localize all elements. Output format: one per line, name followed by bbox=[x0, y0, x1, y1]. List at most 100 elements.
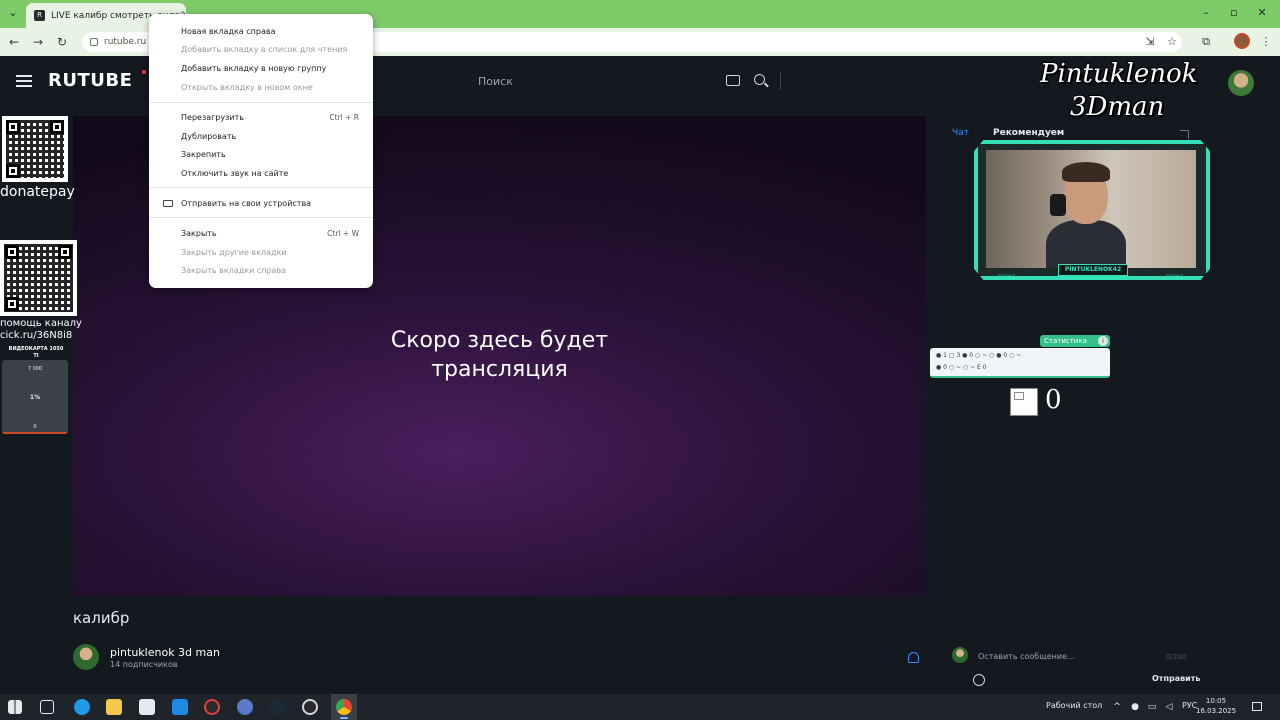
start-windows-icon[interactable] bbox=[8, 700, 22, 714]
address-url: rutube.ru bbox=[104, 37, 147, 47]
desktop-toolbar-label[interactable]: Рабочий стол bbox=[1046, 701, 1102, 710]
rutube-logo[interactable]: RUTUBE bbox=[48, 70, 132, 91]
statistics-header: Статистика i bbox=[1040, 335, 1110, 347]
player-message-line2: трансляция bbox=[431, 357, 568, 382]
app-icon[interactable] bbox=[237, 699, 253, 715]
donatepay-qr-code bbox=[2, 116, 68, 182]
chat-message-input[interactable]: Оставить сообщение... bbox=[978, 652, 1075, 661]
viewer-count: 0 bbox=[1045, 385, 1062, 415]
edge-icon[interactable] bbox=[74, 699, 90, 715]
task-view-icon[interactable] bbox=[40, 700, 54, 714]
chrome-icon bbox=[336, 699, 352, 715]
search-icon[interactable] bbox=[754, 74, 765, 85]
menu-duplicate[interactable]: Дублировать bbox=[181, 132, 236, 141]
stream-title: калибр bbox=[73, 609, 130, 627]
bell-icon[interactable] bbox=[908, 652, 919, 663]
broken-image-icon bbox=[1010, 388, 1038, 416]
system-clock[interactable]: 10:05 16.03.2025 bbox=[1196, 696, 1236, 716]
header-divider bbox=[780, 72, 781, 90]
menu-mute-site[interactable]: Отключить звук на сайте bbox=[181, 169, 288, 178]
channel-name[interactable]: pintuklenok 3d man bbox=[110, 646, 220, 659]
browser-menu-icon[interactable]: ⋮ bbox=[1258, 34, 1274, 50]
statistics-widget: ● 1 ▢ 3 ● 0 ○ ~ ○ ● 0 ○ ~ ● 0 ○ ~ ○ ~ E … bbox=[930, 348, 1110, 378]
donatepay-label: donatepay bbox=[0, 184, 75, 200]
streamer-figure bbox=[1046, 160, 1126, 268]
statistics-row-1: ● 1 ▢ 3 ● 0 ○ ~ ○ ● 0 ○ ~ bbox=[936, 352, 1022, 359]
obs-icon[interactable] bbox=[204, 699, 220, 715]
goal-start: 0 bbox=[33, 424, 37, 430]
player-message-line1: Скоро здесь будет bbox=[390, 328, 609, 353]
app-icon[interactable] bbox=[302, 699, 318, 715]
store-icon[interactable] bbox=[139, 699, 155, 715]
goal-target: 7 000 bbox=[27, 366, 43, 372]
volume-icon[interactable]: ◁ bbox=[1164, 702, 1174, 712]
help-channel-link: cick.ru/36N8i8 bbox=[0, 330, 73, 341]
steam-icon[interactable] bbox=[269, 699, 285, 715]
menu-add-to-new-group[interactable]: Добавить вкладку в новую группу bbox=[181, 64, 326, 73]
maximize-icon[interactable]: ▫ bbox=[1224, 5, 1244, 21]
back-icon[interactable]: ← bbox=[6, 34, 22, 50]
tab-context-menu: Новая вкладка справа Добавить вкладку в … bbox=[149, 14, 373, 288]
tab-recommended[interactable]: Рекомендуем bbox=[993, 128, 1064, 138]
player-placeholder-message: Скоро здесь будет трансляция bbox=[73, 326, 926, 384]
microphone-icon[interactable]: ● bbox=[1130, 702, 1140, 712]
goal-bar: 7 000 1% 0 bbox=[2, 360, 68, 434]
user-avatar bbox=[952, 647, 968, 663]
webcam-label-right: SOCIALS bbox=[1166, 274, 1184, 279]
tab-search-icon[interactable]: ⌄ bbox=[6, 5, 20, 21]
profile-avatar[interactable] bbox=[1234, 33, 1250, 49]
tray-overflow-icon[interactable]: ^ bbox=[1112, 702, 1122, 712]
clock-time: 10:05 bbox=[1205, 697, 1227, 705]
clock-date: 16.03.2025 bbox=[1196, 707, 1237, 715]
logo-dot bbox=[142, 70, 146, 74]
keyboard-icon[interactable] bbox=[726, 75, 740, 86]
emoji-icon[interactable] bbox=[973, 674, 985, 686]
menu-pin[interactable]: Закрепить bbox=[181, 150, 226, 159]
menu-close-tabs-right[interactable]: Закрыть вкладки справа bbox=[181, 266, 286, 275]
goal-title-line2: TI bbox=[33, 353, 39, 359]
send-button[interactable]: Отправить bbox=[1152, 674, 1200, 683]
mail-icon[interactable] bbox=[172, 699, 188, 715]
menu-reload-shortcut: Ctrl + R bbox=[329, 113, 359, 122]
reload-icon[interactable]: ↻ bbox=[54, 34, 70, 50]
windows-taskbar: Рабочий стол ^ ● ▭ ◁ РУС 10:05 16.03.202… bbox=[0, 694, 1280, 720]
webcam-nameplate: PINTUKLENOK42 bbox=[1058, 264, 1128, 276]
menu-reload[interactable]: Перезагрузить bbox=[181, 113, 244, 122]
extensions-icon[interactable]: ⧉ bbox=[1198, 34, 1214, 50]
menu-new-tab-right[interactable]: Новая вкладка справа bbox=[181, 27, 275, 36]
file-explorer-icon[interactable] bbox=[106, 699, 122, 715]
goal-percent: 1% bbox=[29, 394, 41, 401]
install-app-icon[interactable]: ⇲ bbox=[1142, 34, 1158, 50]
webcam-overlay: PINTUKLENOK42 SOCIALS SOCIALS bbox=[966, 138, 1218, 284]
statistics-row-2: ● 0 ○ ~ ○ ~ E 0 bbox=[936, 364, 987, 371]
overlay-title-line2: 3Dman bbox=[1070, 92, 1165, 122]
char-counter: 0/200 bbox=[1166, 653, 1187, 661]
language-indicator[interactable]: РУС bbox=[1182, 701, 1197, 710]
site-info-icon[interactable] bbox=[90, 38, 98, 46]
menu-close[interactable]: Закрыть bbox=[181, 229, 217, 238]
send-to-devices-icon bbox=[163, 200, 173, 207]
menu-add-to-reading-list[interactable]: Добавить вкладку в список для чтения bbox=[181, 45, 347, 54]
close-window-icon[interactable]: ✕ bbox=[1252, 5, 1272, 21]
menu-separator bbox=[149, 102, 373, 103]
network-icon[interactable]: ▭ bbox=[1147, 702, 1157, 712]
channel-avatar[interactable] bbox=[73, 644, 99, 670]
rutube-favicon-icon: R bbox=[34, 10, 45, 21]
menu-separator bbox=[149, 187, 373, 188]
search-input[interactable]: Поиск bbox=[470, 69, 800, 95]
tab-chat[interactable]: Чат bbox=[952, 128, 969, 138]
minimize-icon[interactable]: – bbox=[1196, 5, 1216, 21]
forward-icon[interactable]: → bbox=[30, 34, 46, 50]
hamburger-menu-icon[interactable] bbox=[16, 75, 32, 87]
menu-close-other-tabs[interactable]: Закрыть другие вкладки bbox=[181, 248, 287, 257]
subscriber-count: 14 подписчиков bbox=[110, 660, 178, 669]
bookmark-star-icon[interactable]: ☆ bbox=[1164, 34, 1180, 50]
notifications-icon[interactable] bbox=[1252, 702, 1262, 711]
menu-open-in-new-window[interactable]: Открыть вкладку в новом окне bbox=[181, 83, 313, 92]
donation-goal-widget: ВИДЕОКАРТА 1050 TI 7 000 1% 0 bbox=[2, 346, 70, 436]
info-icon: i bbox=[1098, 336, 1108, 346]
goal-title-line1: ВИДЕОКАРТА 1050 bbox=[8, 346, 64, 352]
menu-separator bbox=[149, 217, 373, 218]
help-qr-code bbox=[0, 240, 77, 316]
menu-send-to-devices[interactable]: Отправить на свои устройства bbox=[181, 199, 311, 208]
